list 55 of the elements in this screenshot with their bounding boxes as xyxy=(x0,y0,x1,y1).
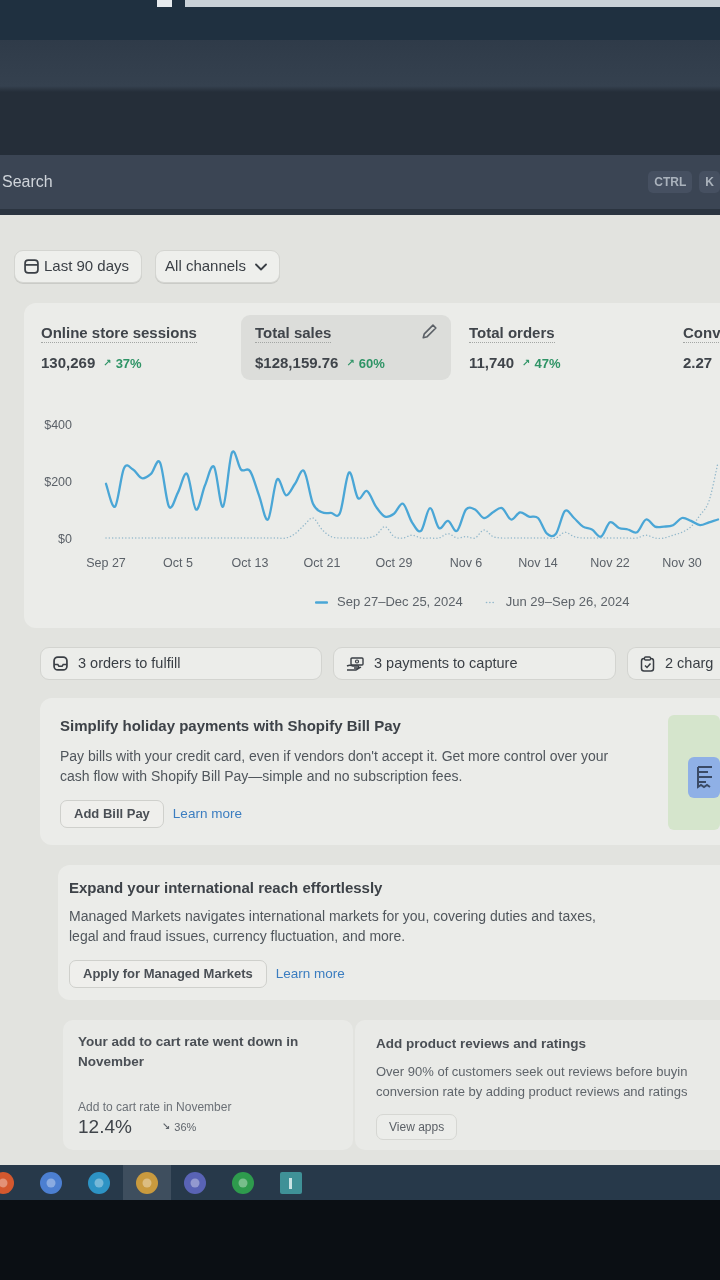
insight-title: Your add to cart rate went down in November xyxy=(78,1033,300,1071)
calendar-icon xyxy=(24,259,39,274)
legend-label: Sep 27–Dec 25, 2024 xyxy=(337,593,463,612)
metric-tab[interactable]: Total sales $128,159.76 ↗ 60% xyxy=(241,315,451,380)
y-axis-label: $400 xyxy=(44,417,72,432)
search-field[interactable]: Search xyxy=(2,170,302,194)
shortcut-key: CTRL xyxy=(648,171,693,193)
metric-tab[interactable]: Total orders 11,740 ↗ 47% xyxy=(455,315,665,380)
x-axis-label: Oct 13 xyxy=(231,556,269,570)
x-axis-label: Nov 30 xyxy=(662,556,702,570)
task-button[interactable]: 3 payments to capture xyxy=(333,647,616,680)
insight-text: conversion rate by adding product reviews and ratings xyxy=(376,1083,689,1101)
shortcut-key: K xyxy=(699,171,720,193)
trend-arrow-icon: ↗ xyxy=(522,358,531,369)
x-axis-label: Oct 29 xyxy=(375,556,413,570)
change-percent: 36% xyxy=(174,1119,197,1135)
view-apps-button[interactable]: View apps xyxy=(376,1114,458,1140)
promo-text: Pay bills with your credit card, even if vendors don't accept it. Get more control over your cash flow with Shopify Bill Pay—simple and no subscription fees. xyxy=(60,747,610,786)
clipboard-check-icon xyxy=(640,655,655,672)
metric-label: Add to cart rate in November xyxy=(78,1099,233,1116)
action-button[interactable]: Add Bill Pay xyxy=(60,800,164,828)
x-axis-label: Oct 21 xyxy=(303,556,341,570)
promo-title: Simplify holiday payments with Shopify Bill Pay xyxy=(60,716,402,736)
task-button[interactable]: 3 orders to fulfill xyxy=(40,647,322,680)
promo-title: Expand your international reach effortlessly xyxy=(69,878,384,898)
y-axis-label: $0 xyxy=(58,531,72,546)
y-axis-label: $200 xyxy=(44,474,72,489)
insight-title: Add product reviews and ratings xyxy=(376,1035,588,1053)
insight-text: Over 90% of customers seek out reviews before buyin xyxy=(376,1063,689,1081)
learn-more-link[interactable]: Learn more xyxy=(172,803,242,825)
x-axis-label: Sep 27 xyxy=(86,556,126,570)
promo-text: Managed Markets navigates international markets for you, covering duties and taxes, legal and fraud issues, currency fluctuation, and more. xyxy=(69,907,597,946)
channel-filter-button[interactable]: All channels xyxy=(155,250,280,283)
x-axis-label: Oct 5 xyxy=(163,556,193,570)
legend-label: Jun 29–Sep 26, 2024 xyxy=(505,593,630,612)
inbox-icon xyxy=(53,656,68,671)
pencil-icon xyxy=(422,324,437,339)
x-axis-label: Nov 22 xyxy=(590,556,630,570)
metric-tab[interactable]: Online store sessions 130,269 ↗ 37% xyxy=(27,315,237,380)
learn-more-link[interactable]: Learn more xyxy=(275,963,345,985)
cash-hand-icon xyxy=(346,656,364,671)
trend-arrow-icon: ↗ xyxy=(103,358,112,369)
task-button[interactable]: 2 charg xyxy=(627,647,720,680)
x-axis-label: Nov 14 xyxy=(518,556,558,570)
trend-arrow-icon: ↗ xyxy=(346,358,355,369)
chevron-down-icon xyxy=(254,262,267,271)
metric-value: 12.4% xyxy=(78,1116,132,1138)
taskbar-app-button[interactable] xyxy=(123,1165,171,1200)
date-range-button[interactable]: Last 90 days xyxy=(14,250,143,283)
metric-tab[interactable]: Conv 2.27 xyxy=(669,315,720,380)
x-axis-label: Nov 6 xyxy=(449,556,483,570)
legend-line-icon xyxy=(315,600,328,604)
action-button[interactable]: Apply for Managed Markets xyxy=(69,960,267,988)
legend-dots-icon xyxy=(484,600,497,604)
trend-arrow-icon: ↘ xyxy=(161,1122,171,1132)
